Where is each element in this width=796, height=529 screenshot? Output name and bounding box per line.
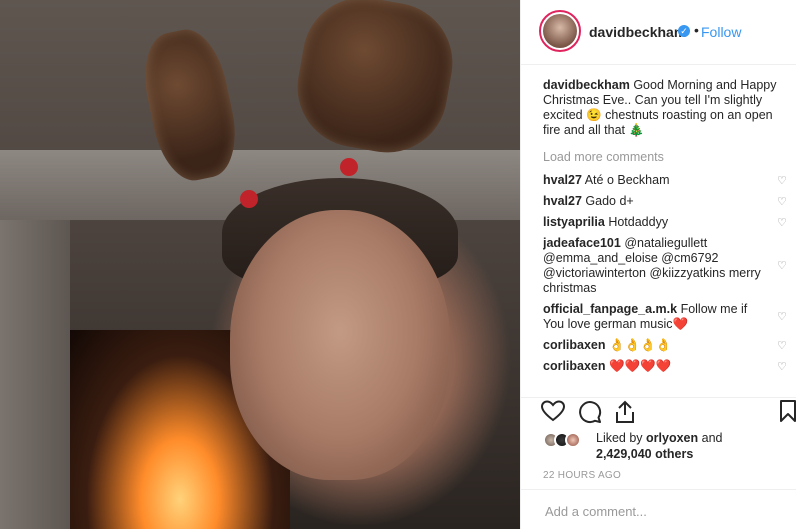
comment-text: Hotdaddyy — [608, 215, 669, 229]
comment-username[interactable]: jadeaface101 — [543, 236, 621, 250]
heart-icon[interactable] — [540, 400, 566, 427]
comment-username[interactable]: corlibaxen — [543, 338, 606, 352]
post-header: davidbeckham ✓ • Follow — [521, 0, 796, 65]
share-icon[interactable] — [614, 400, 636, 429]
comment-text: Até o Beckham — [584, 173, 670, 187]
comment-item: corlibaxen ❤️❤️❤️❤️ ♡ — [543, 359, 791, 374]
verified-icon: ✓ — [678, 25, 690, 37]
comment-item: corlibaxen 👌👌👌👌 ♡ — [543, 338, 791, 353]
comment-username[interactable]: official_fanpage_a.m.k — [543, 302, 677, 316]
liker-avatar[interactable] — [565, 432, 581, 448]
add-comment-bar — [521, 489, 796, 529]
likes-username[interactable]: orlyoxen — [646, 431, 698, 445]
comment-like-heart-icon[interactable]: ♡ — [777, 311, 789, 323]
comment-text: Gado d+ — [585, 194, 634, 208]
profile-avatar[interactable] — [539, 10, 581, 52]
comment-icon[interactable] — [578, 400, 602, 429]
follow-button[interactable]: Follow — [701, 24, 741, 40]
caption: davidbeckham Good Morning and Happy Chri… — [543, 78, 791, 138]
comment-item: hval27 Gado d+ ♡ — [543, 194, 791, 209]
header-username[interactable]: davidbeckham — [589, 24, 686, 40]
comment-like-heart-icon[interactable]: ♡ — [777, 217, 789, 229]
comment-like-heart-icon[interactable]: ♡ — [777, 175, 789, 187]
face — [230, 210, 450, 480]
post-actions-bar — [521, 397, 796, 425]
holly-berry — [340, 158, 358, 176]
likes-prefix: Liked by — [596, 431, 643, 445]
comment-username[interactable]: hval27 — [543, 194, 582, 208]
load-more-comments-button[interactable]: Load more comments — [543, 150, 791, 165]
comment-text: ❤️❤️❤️❤️ — [609, 359, 672, 373]
post-photo[interactable] — [0, 0, 520, 529]
comment-like-heart-icon[interactable]: ♡ — [777, 260, 789, 272]
comment-item: official_fanpage_a.m.k Follow me if You … — [543, 302, 791, 332]
comment-item: jadeaface101 @nataliegullett @emma_and_e… — [543, 236, 791, 296]
comment-username[interactable]: listyaprilia — [543, 215, 605, 229]
post-timestamp[interactable]: 22 HOURS AGO — [543, 470, 621, 481]
comment-like-heart-icon[interactable]: ♡ — [777, 361, 789, 373]
comment-username[interactable]: hval27 — [543, 173, 582, 187]
comments-list[interactable]: davidbeckham Good Morning and Happy Chri… — [543, 78, 791, 386]
caption-username[interactable]: davidbeckham — [543, 78, 630, 92]
likes-count[interactable]: 2,429,040 others — [596, 447, 693, 461]
comment-like-heart-icon[interactable]: ♡ — [777, 196, 789, 208]
comment-username[interactable]: corlibaxen — [543, 359, 606, 373]
fireplace-pillar — [0, 220, 70, 529]
comment-text: 👌👌👌👌 — [609, 338, 672, 352]
comment-item: hval27 Até o Beckham ♡ — [543, 173, 791, 188]
likes-suffix: and — [701, 431, 723, 445]
add-comment-input[interactable] — [543, 500, 787, 522]
holly-berry — [240, 190, 258, 208]
bookmark-icon[interactable] — [779, 400, 796, 427]
antler-right — [288, 0, 462, 162]
post-side-panel: davidbeckham ✓ • Follow davidbeckham Goo… — [520, 0, 796, 529]
likes-summary: Liked by orlyoxen and 2,429,040 others — [543, 428, 793, 468]
separator-dot: • — [694, 22, 699, 38]
comment-item: listyaprilia Hotdaddyy ♡ — [543, 215, 791, 230]
likes-text: Liked by orlyoxen and 2,429,040 others — [596, 430, 723, 462]
comment-like-heart-icon[interactable]: ♡ — [777, 340, 789, 352]
